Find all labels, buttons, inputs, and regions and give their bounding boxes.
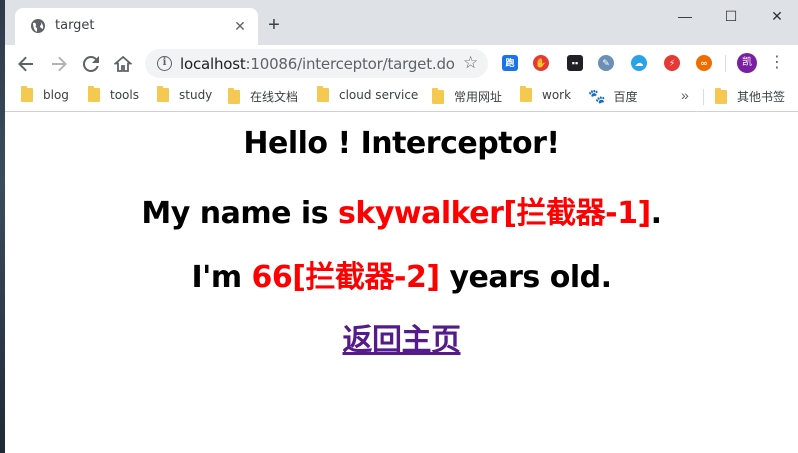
url-host: localhost [180,55,246,73]
bookmark-online-docs[interactable]: 在线文档 [228,88,298,106]
bookmark-baidu[interactable]: 🐾 百度 [588,88,637,106]
tab-strip: target ✕ + — ☐ ✕ [5,0,798,45]
tab-title: target [55,18,95,33]
url-path: :10086/interceptor/target.do [245,55,455,73]
extension-translate-icon[interactable]: 跑 [502,55,518,71]
name-line: My name is skywalker[拦截器-1]. [5,188,798,232]
minimize-icon[interactable]: — [670,6,700,26]
name-value: skywalker[拦截器-1] [338,196,651,231]
folder-icon [715,88,727,104]
bookmark-tools[interactable]: tools [88,86,139,106]
folder-icon [432,88,444,104]
folder-icon [21,86,33,102]
window-close-icon[interactable]: ✕ [762,6,792,26]
bookmark-other[interactable]: 其他书签 [715,88,785,106]
bookmark-common-sites[interactable]: 常用网址 [432,88,502,106]
back-home-line: 返回主页 [5,315,798,359]
extension-infinity-icon[interactable]: ∞ [696,55,712,71]
toolbar: i localhost:10086/interceptor/target.do … [5,45,798,82]
extension-feather-icon[interactable]: ✎ [598,55,614,71]
baidu-paw-icon: 🐾 [588,89,606,105]
bookmark-study[interactable]: study [157,86,212,106]
extension-cloud-icon[interactable]: ☁ [631,55,647,71]
extension-adblock-icon[interactable]: ✋ [533,55,549,71]
profile-avatar[interactable]: 凯 [737,53,757,73]
age-prefix: I'm [191,260,252,295]
folder-icon [520,86,532,102]
tab-close-icon[interactable]: ✕ [231,17,249,35]
back-icon[interactable] [14,52,38,76]
age-value: 66[拦截器-2] [251,260,441,295]
tab-active[interactable]: target ✕ [15,8,258,45]
name-prefix: My name is [141,196,339,231]
reload-icon[interactable] [79,52,103,76]
bookmark-work[interactable]: work [520,86,571,106]
menu-dots-icon[interactable]: ⋮ [769,51,785,75]
folder-icon [317,86,329,102]
bookmark-blog[interactable]: blog [21,86,69,106]
extension-tampermonkey-icon[interactable]: ▪▪ [567,55,583,71]
home-icon[interactable] [111,52,135,76]
folder-icon [157,86,169,102]
browser-window: target ✕ + — ☐ ✕ i localhost:10086/inter… [5,0,798,453]
extension-speed-icon[interactable]: ⚡ [664,55,680,71]
maximize-icon[interactable]: ☐ [716,6,746,26]
age-suffix: years old. [439,260,612,295]
new-tab-icon[interactable]: + [263,14,285,36]
bookmark-cloud-service[interactable]: cloud service [317,86,418,106]
age-line: I'm 66[拦截器-2] years old. [5,252,798,296]
star-icon[interactable]: ☆ [463,53,478,73]
folder-icon [228,88,240,104]
page-heading: Hello ! Interceptor! [243,126,560,161]
back-home-link[interactable]: 返回主页 [343,323,462,358]
globe-icon [31,19,45,33]
bookmarks-overflow-icon[interactable]: » [681,87,689,103]
name-suffix: . [650,196,662,231]
forward-icon[interactable] [47,52,71,76]
url-text[interactable]: localhost:10086/interceptor/target.do [180,55,455,73]
toolbar-divider [725,55,726,72]
bookmarks-bar: blog tools study 在线文档 cloud service 常用网址… [5,82,798,112]
address-bar[interactable]: i localhost:10086/interceptor/target.do … [145,49,488,78]
bookmarks-divider [703,89,704,105]
page-content: Hello ! Interceptor! My name is skywalke… [5,112,798,453]
info-icon[interactable]: i [157,56,172,71]
folder-icon [88,86,100,102]
